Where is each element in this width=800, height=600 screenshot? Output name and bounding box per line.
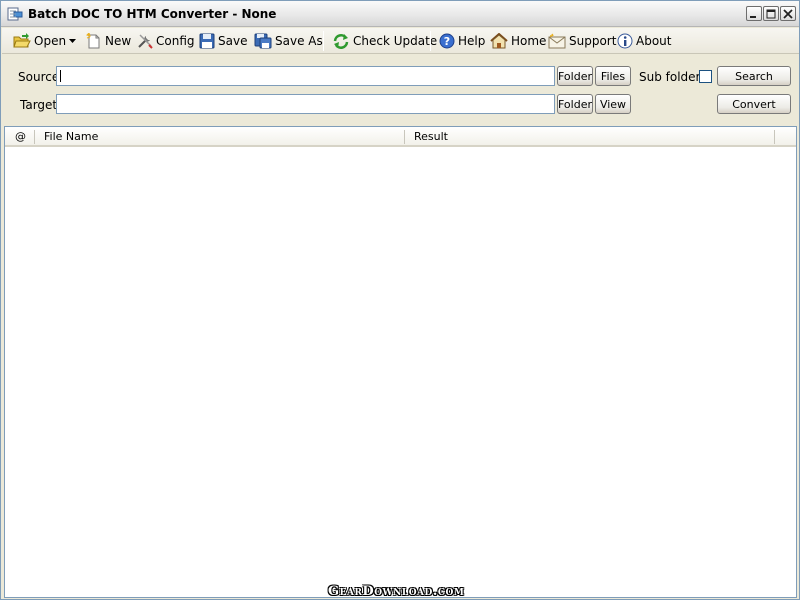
toolbar-separator: [323, 31, 324, 51]
title-bar[interactable]: Batch DOC TO HTM Converter - None: [1, 1, 799, 27]
close-button[interactable]: [780, 6, 796, 21]
source-files-button[interactable]: Files: [595, 66, 631, 86]
refresh-icon: [333, 34, 349, 49]
toolbar-separator: [430, 31, 431, 51]
close-icon: [783, 9, 793, 19]
column-header-status[interactable]: @: [15, 130, 26, 143]
config-label: Config: [156, 34, 195, 48]
sub-folders-label: Sub folders: [639, 70, 707, 84]
minimize-icon: [750, 16, 756, 18]
home-icon: [490, 33, 508, 49]
source-folder-button[interactable]: Folder: [557, 66, 593, 86]
column-header-file-name[interactable]: File Name: [44, 130, 98, 143]
target-folder-button[interactable]: Folder: [557, 94, 593, 114]
options-panel: Source Folder Files Sub folders Search T…: [2, 55, 799, 125]
help-icon: ?: [439, 33, 455, 49]
config-button[interactable]: Config: [134, 30, 198, 52]
window-title: Batch DOC TO HTM Converter - None: [28, 7, 277, 21]
source-text[interactable]: [57, 67, 554, 85]
minimize-button[interactable]: [746, 6, 762, 21]
home-label: Home: [511, 34, 547, 48]
open-dropdown-arrow-icon[interactable]: [69, 39, 76, 43]
maximize-icon: [766, 9, 776, 19]
save-label: Save: [218, 34, 248, 48]
help-label: Help: [458, 34, 486, 48]
toolbar: Open New Config Save Save As Check Updat…: [2, 28, 799, 54]
home-button[interactable]: Home: [487, 30, 549, 52]
save-button[interactable]: Save: [196, 30, 250, 52]
open-label: Open: [34, 34, 67, 48]
source-input[interactable]: [56, 66, 555, 86]
target-label: Target: [20, 98, 58, 112]
mail-icon: [548, 33, 566, 49]
column-divider[interactable]: [404, 130, 405, 144]
maximize-button[interactable]: [763, 6, 779, 21]
tools-icon: [138, 34, 153, 49]
svg-text:?: ?: [444, 35, 450, 48]
support-button[interactable]: Support: [545, 30, 619, 52]
text-caret: [60, 70, 61, 82]
help-button[interactable]: ? Help: [436, 30, 488, 52]
floppy-disk-icon: [199, 33, 215, 49]
file-list[interactable]: @ File Name Result: [4, 126, 797, 598]
target-input[interactable]: [56, 94, 555, 114]
save-as-label: Save As: [275, 34, 323, 48]
about-button[interactable]: About: [614, 30, 674, 52]
save-as-icon: [254, 33, 272, 49]
check-update-button[interactable]: Check Update: [329, 30, 440, 52]
convert-button[interactable]: Convert: [717, 94, 791, 114]
column-divider[interactable]: [774, 130, 775, 144]
target-text[interactable]: [57, 95, 554, 113]
new-document-icon: [86, 33, 100, 49]
save-as-button[interactable]: Save As: [251, 30, 326, 52]
new-label: New: [105, 34, 132, 48]
column-header-result[interactable]: Result: [414, 130, 448, 143]
open-folder-icon: [13, 33, 31, 48]
app-icon: [7, 7, 23, 21]
view-button[interactable]: View: [595, 94, 631, 114]
column-divider[interactable]: [34, 130, 35, 144]
source-label: Source: [18, 70, 60, 84]
new-button[interactable]: New: [83, 30, 134, 52]
check-update-label: Check Update: [353, 34, 438, 48]
sub-folders-checkbox[interactable]: [699, 70, 712, 83]
list-header: @ File Name Result: [5, 127, 796, 147]
support-label: Support: [569, 34, 617, 48]
watermark: GearDownload.com: [328, 584, 465, 599]
app-window: Batch DOC TO HTM Converter - None Open N…: [0, 0, 800, 600]
search-button[interactable]: Search: [717, 66, 791, 86]
info-icon: [617, 33, 633, 49]
about-label: About: [636, 34, 672, 48]
open-button[interactable]: Open: [10, 30, 69, 52]
